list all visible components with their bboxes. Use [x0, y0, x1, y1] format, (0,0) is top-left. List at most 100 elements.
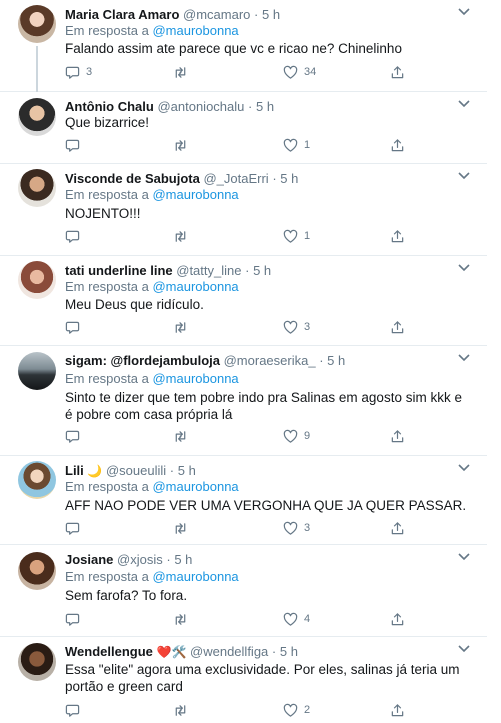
share-button[interactable] [390, 428, 405, 444]
share-button[interactable] [390, 228, 405, 244]
tweet[interactable]: Wendellengue ❤️🛠️ @wendellfiga · 5 h Ess… [0, 637, 487, 723]
timestamp[interactable]: 5 h [178, 463, 196, 478]
reply-icon [65, 613, 80, 626]
like-count: 1 [304, 139, 311, 151]
retweet-button[interactable] [173, 319, 194, 335]
reply-button[interactable] [65, 137, 86, 153]
display-name[interactable]: tati underline line [65, 263, 173, 278]
tweet-text: AFF NAO PODE VER UMA VERGONHA QUE JA QUE… [65, 498, 467, 513]
reply-button[interactable] [65, 428, 86, 444]
heart-icon [283, 429, 298, 443]
chevron-down-icon[interactable] [457, 170, 471, 182]
reply-button[interactable] [65, 228, 86, 244]
username[interactable]: @_JotaErri [203, 171, 268, 186]
avatar[interactable] [18, 352, 56, 390]
username[interactable]: @antoniochalu [157, 99, 244, 114]
share-icon [391, 320, 404, 333]
retweet-icon [175, 321, 186, 333]
timestamp[interactable]: 5 h [262, 7, 280, 22]
avatar[interactable] [18, 98, 56, 136]
display-name[interactable]: Wendellengue [65, 644, 153, 659]
username[interactable]: @wendellfiga [190, 644, 268, 659]
chevron-down-icon[interactable] [457, 462, 471, 474]
mention-link[interactable]: @maurobonna [152, 371, 238, 386]
tweet-actions: 1 [65, 228, 405, 244]
retweet-button[interactable] [173, 520, 194, 536]
heart-icon [283, 703, 298, 717]
chevron-down-icon[interactable] [457, 352, 471, 364]
tweet[interactable]: Maria Clara Amaro @mcamaro · 5 h Em resp… [0, 0, 487, 92]
avatar[interactable] [18, 5, 56, 43]
username[interactable]: @tatty_line [176, 263, 241, 278]
share-button[interactable] [390, 319, 405, 335]
display-name[interactable]: Visconde de Sabujota [65, 171, 200, 186]
like-button[interactable]: 9 [283, 428, 310, 444]
username[interactable]: @moraeserika_ [224, 353, 316, 368]
retweet-button[interactable] [173, 702, 194, 718]
share-icon [391, 138, 404, 151]
reply-button[interactable] [65, 520, 86, 536]
display-name[interactable]: Lili [65, 463, 84, 478]
mention-link[interactable]: @maurobonna [152, 23, 238, 38]
display-name[interactable]: sigam: @flordejambuloja [65, 353, 220, 368]
tweet[interactable]: Josiane @xjosis · 5 h Em resposta a @mau… [0, 545, 487, 637]
tweet[interactable]: Antônio Chalu @antoniochalu · 5 h Que bi… [0, 92, 487, 164]
like-button[interactable]: 2 [283, 702, 310, 718]
share-button[interactable] [390, 611, 405, 627]
display-name[interactable]: Antônio Chalu [65, 99, 154, 114]
timestamp[interactable]: 5 h [280, 171, 298, 186]
chevron-down-icon[interactable] [457, 643, 471, 655]
retweet-button[interactable] [173, 611, 194, 627]
timestamp[interactable]: 5 h [256, 99, 274, 114]
display-name[interactable]: Josiane [65, 552, 113, 567]
mention-link[interactable]: @maurobonna [152, 569, 238, 584]
avatar[interactable] [18, 552, 56, 590]
tweet[interactable]: sigam: @flordejambuloja @moraeserika_ · … [0, 346, 487, 456]
reply-icon [65, 139, 80, 152]
chevron-down-icon[interactable] [457, 6, 471, 18]
separator-dot: · [319, 353, 324, 368]
tweet-header: Maria Clara Amaro @mcamaro · 5 h [65, 7, 280, 23]
timestamp[interactable]: 5 h [327, 353, 345, 368]
mention-link[interactable]: @maurobonna [152, 479, 238, 494]
username[interactable]: @mcamaro [183, 7, 250, 22]
display-name[interactable]: Maria Clara Amaro [65, 7, 179, 22]
retweet-button[interactable] [173, 64, 194, 80]
username[interactable]: @soueulili [106, 463, 166, 478]
reply-context: Em resposta a @maurobonna [65, 371, 239, 387]
retweet-button[interactable] [173, 428, 194, 444]
username[interactable]: @xjosis [117, 552, 163, 567]
retweet-button[interactable] [173, 137, 194, 153]
like-button[interactable]: 3 [283, 319, 310, 335]
like-button[interactable]: 4 [283, 611, 310, 627]
tweet[interactable]: Visconde de Sabujota @_JotaErri · 5 h Em… [0, 164, 487, 256]
like-button[interactable]: 3 [283, 520, 310, 536]
reply-button[interactable]: 3 [65, 64, 92, 80]
reply-button[interactable] [65, 611, 86, 627]
chevron-down-icon[interactable] [457, 262, 471, 274]
chevron-down-icon[interactable] [457, 98, 471, 110]
avatar[interactable] [18, 261, 56, 299]
avatar[interactable] [18, 461, 56, 499]
avatar[interactable] [18, 643, 56, 681]
mention-link[interactable]: @maurobonna [152, 279, 238, 294]
like-button[interactable]: 1 [283, 137, 310, 153]
share-button[interactable] [390, 64, 405, 80]
share-button[interactable] [390, 520, 405, 536]
mention-link[interactable]: @maurobonna [152, 187, 238, 202]
reply-prefix: Em resposta a [65, 23, 149, 38]
retweet-button[interactable] [173, 228, 194, 244]
like-button[interactable]: 34 [283, 64, 316, 80]
like-button[interactable]: 1 [283, 228, 310, 244]
reply-button[interactable] [65, 702, 86, 718]
share-button[interactable] [390, 137, 405, 153]
tweet[interactable]: tati underline line @tatty_line · 5 h Em… [0, 256, 487, 346]
timestamp[interactable]: 5 h [174, 552, 192, 567]
chevron-down-icon[interactable] [457, 551, 471, 563]
timestamp[interactable]: 5 h [280, 644, 298, 659]
timestamp[interactable]: 5 h [253, 263, 271, 278]
tweet[interactable]: Lili 🌙 @soueulili · 5 h Em resposta a @m… [0, 456, 487, 545]
share-button[interactable] [390, 702, 405, 718]
avatar[interactable] [18, 169, 56, 207]
reply-button[interactable] [65, 319, 86, 335]
